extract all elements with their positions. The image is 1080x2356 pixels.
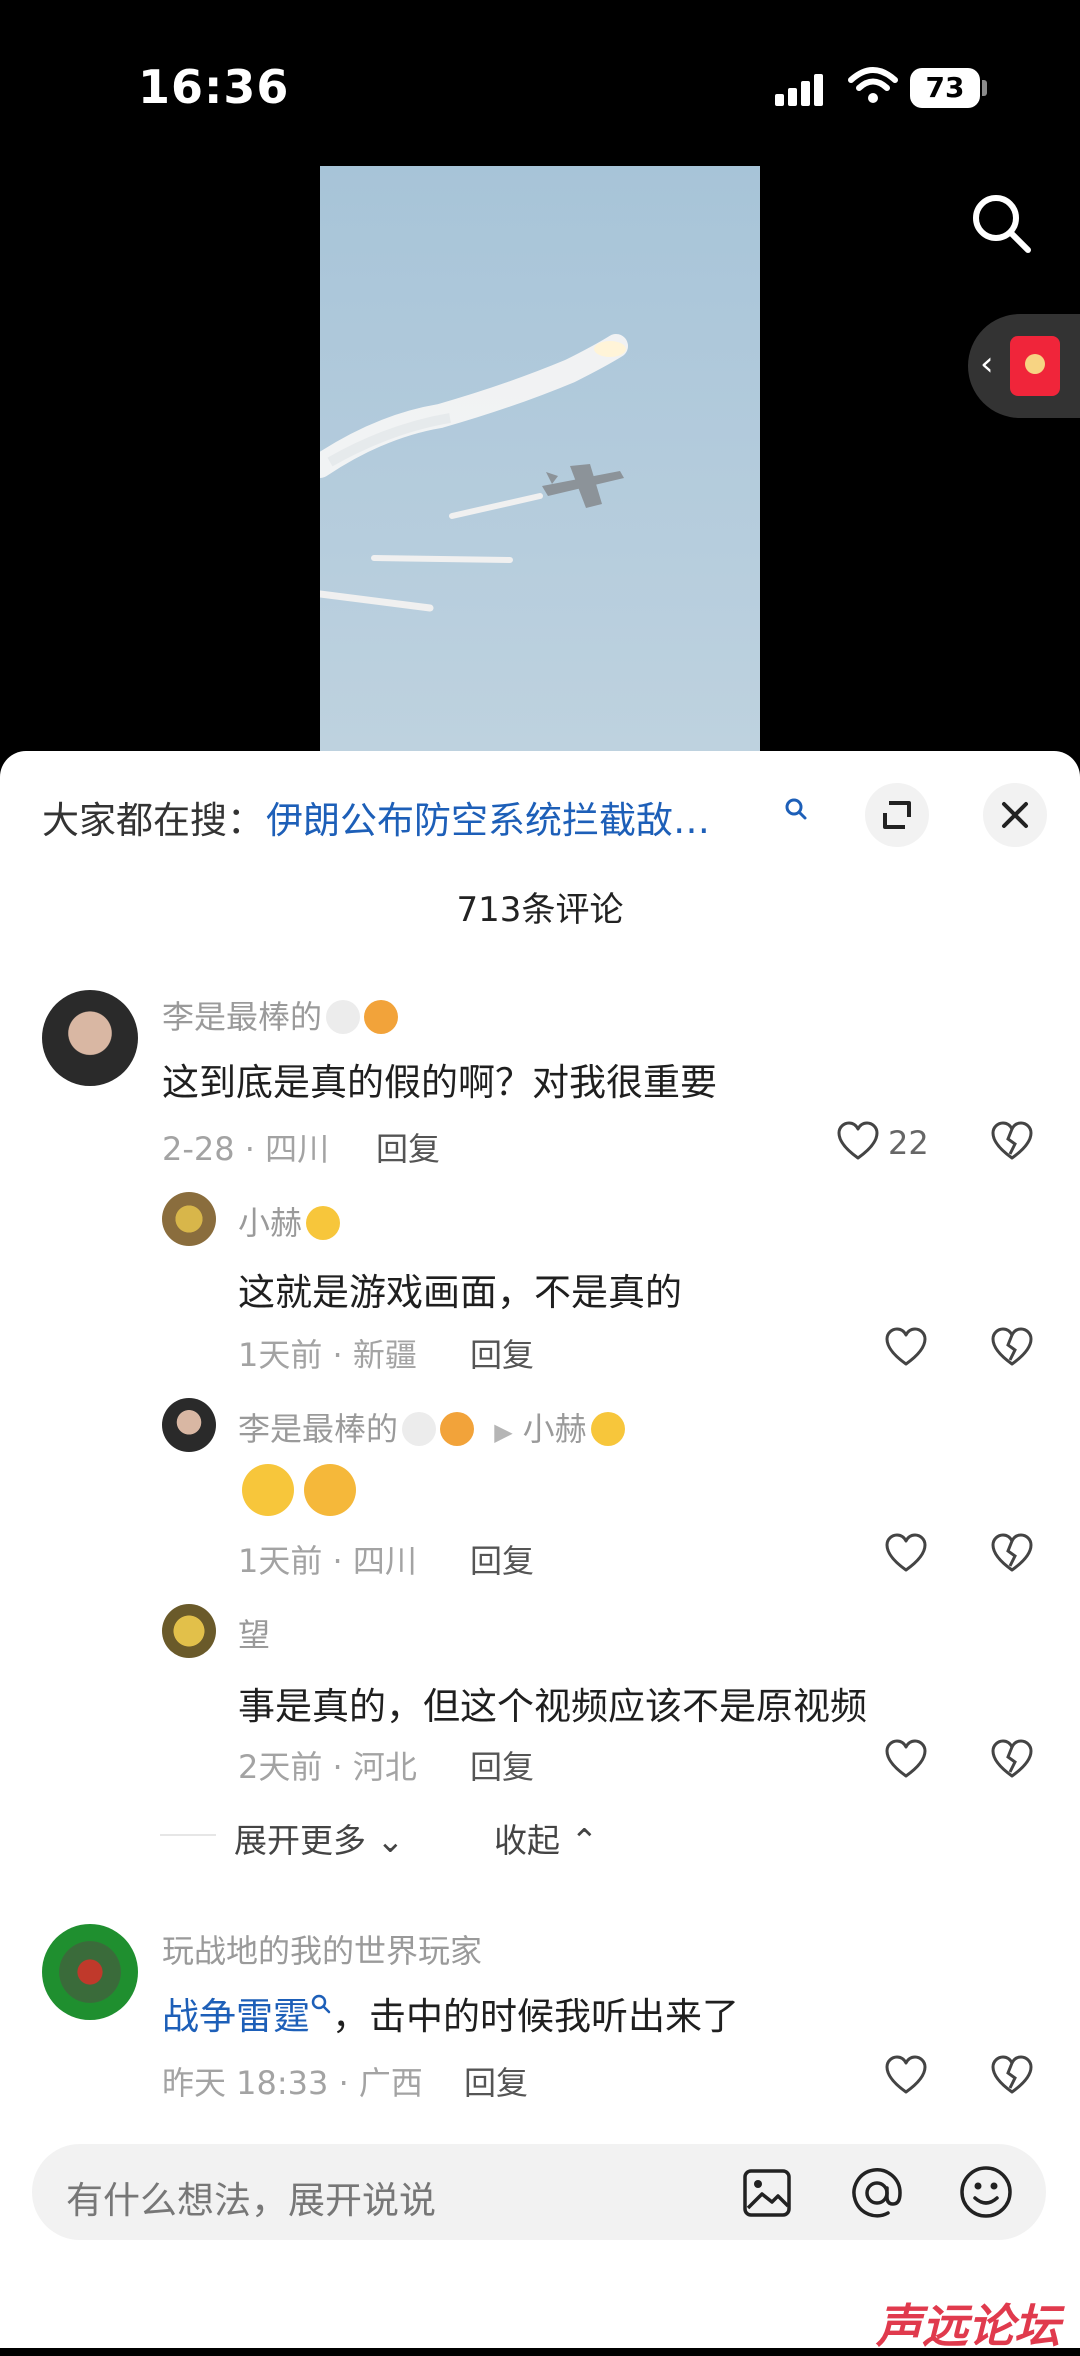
comments-count: 713条评论 (456, 890, 624, 930)
search-icon[interactable] (970, 192, 1034, 256)
watermark-logo: 声远论坛 (876, 2299, 1060, 2353)
broken-heart-icon[interactable] (990, 1738, 1034, 1780)
battery-indicator: 73 (910, 68, 980, 108)
reply-username[interactable]: 小赫 (238, 1198, 341, 1244)
status-time: 16:36 (138, 60, 290, 114)
like-count: 22 (888, 1124, 929, 1162)
reply-to-username[interactable]: 小赫 (523, 1410, 587, 1448)
reply-emoji-content (238, 1464, 356, 1516)
reply-meta: 1天前 · 四川 (238, 1542, 417, 1580)
comment-meta: 昨天 18:33 · 广西 (162, 2064, 423, 2102)
broken-heart-icon[interactable] (990, 2054, 1034, 2096)
close-button[interactable] (983, 783, 1047, 847)
reply-button[interactable]: 回复 (376, 1124, 440, 1170)
heart-icon[interactable] (884, 1738, 928, 1780)
at-icon[interactable] (850, 2166, 904, 2220)
reply-button[interactable]: 回复 (470, 1536, 534, 1582)
avatar[interactable] (42, 990, 138, 1086)
heart-icon[interactable] (836, 1120, 880, 1162)
emoji-icon[interactable] (958, 2164, 1014, 2220)
red-packet-icon (1010, 336, 1060, 396)
comment-meta: 2-28 · 四川 (162, 1130, 330, 1168)
expand-more-button[interactable]: 展开更多 ⌄ (234, 1814, 404, 1862)
collapse-button[interactable]: 收起 ⌃ (494, 1814, 598, 1862)
reply-meta: 2天前 · 河北 (238, 1748, 417, 1786)
heart-icon[interactable] (884, 1532, 928, 1574)
comment-input[interactable]: 有什么想法，展开说说 (32, 2144, 1046, 2240)
avatar[interactable] (162, 1192, 216, 1246)
hot-search-query[interactable]: 伊朗公布防空系统拦截敌… (266, 790, 710, 844)
broken-heart-icon[interactable] (990, 1532, 1034, 1574)
reply-username[interactable]: 望 (238, 1610, 270, 1656)
wifi-icon (848, 67, 898, 103)
collapse-label: 收起 (494, 1821, 560, 1860)
rabbit-emoji-icon (402, 1412, 437, 1446)
username-text: 小赫 (238, 1204, 303, 1242)
comment-text: 战争雷霆 ，击中的时候我听出来了 (162, 1986, 739, 2040)
reply-button[interactable]: 回复 (464, 2058, 528, 2104)
avatar[interactable] (162, 1604, 216, 1658)
laughing-emoji-icon (590, 1412, 625, 1446)
comment-username[interactable]: 玩战地的我的世界玩家 (162, 1926, 482, 1972)
reply-username[interactable]: 李是最棒的 ▶ 小赫 (238, 1404, 625, 1450)
close-icon (1002, 802, 1028, 828)
laughing-emoji-icon (306, 1206, 341, 1240)
image-icon[interactable] (742, 2168, 792, 2218)
comment-username[interactable]: 李是最棒的 (162, 992, 399, 1038)
avatar[interactable] (42, 1924, 138, 2020)
reply-text: 这就是游戏画面，不是真的 (238, 1271, 682, 1314)
reply-meta: 1天前 · 新疆 (238, 1336, 417, 1374)
username-text: 李是最棒的 (162, 998, 323, 1036)
video-player[interactable] (320, 166, 760, 751)
hot-search-label: 大家都在搜： (42, 799, 264, 842)
signal-icon (775, 74, 823, 106)
expand-button[interactable] (865, 783, 929, 847)
comment-text-body: ，击中的时候我听出来了 (332, 1995, 739, 2038)
expand-more-label: 展开更多 (234, 1821, 366, 1860)
search-small-icon[interactable] (783, 796, 809, 822)
broken-heart-icon[interactable] (990, 1120, 1034, 1162)
divider (160, 1834, 216, 1836)
thinking-emoji-icon (304, 1464, 356, 1516)
search-mention-link[interactable]: 战争雷霆 (162, 1995, 310, 2038)
lion-emoji-icon (364, 1000, 399, 1034)
lion-emoji-icon (440, 1412, 475, 1446)
heart-icon[interactable] (884, 2054, 928, 2096)
expand-icon (883, 801, 911, 829)
chevron-up-icon: ⌃ (560, 1821, 599, 1860)
reply-text: 事是真的，但这个视频应该不是原视频 (238, 1685, 867, 1728)
reply-arrow-icon: ▶ (494, 1418, 513, 1446)
comment-text: 这到底是真的假的啊？对我很重要 (162, 1061, 717, 1104)
chevron-left-icon: ‹ (980, 344, 994, 384)
battery-tip (982, 80, 987, 96)
video-frame-image (320, 334, 628, 612)
broken-heart-icon[interactable] (990, 1326, 1034, 1368)
reply-button[interactable]: 回复 (470, 1742, 534, 1788)
rabbit-emoji-icon (326, 1000, 361, 1034)
reply-button[interactable]: 回复 (470, 1330, 534, 1376)
avatar[interactable] (162, 1398, 216, 1452)
chevron-down-icon: ⌄ (366, 1821, 405, 1860)
red-packet-widget[interactable]: ‹ (968, 314, 1080, 418)
username-text: 李是最棒的 (238, 1410, 399, 1448)
heart-icon[interactable] (884, 1326, 928, 1368)
comment-input-placeholder: 有什么想法，展开说说 (66, 2179, 436, 2222)
search-small-icon[interactable] (310, 1993, 332, 2015)
flirty-emoji-icon (242, 1464, 294, 1516)
